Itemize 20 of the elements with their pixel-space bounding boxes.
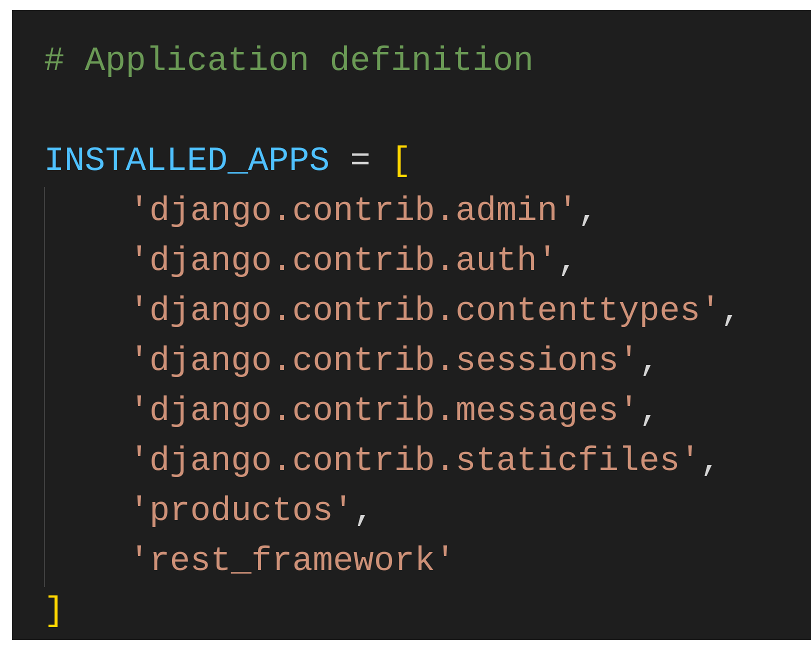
string-literal: 'django.contrib.auth' (129, 243, 558, 281)
comma: , (578, 193, 598, 231)
comma: , (639, 343, 660, 381)
string-literal: 'django.contrib.messages' (129, 393, 640, 431)
string-literal: 'productos' (129, 493, 354, 531)
comma: , (700, 443, 721, 481)
string-literal: 'django.contrib.sessions' (129, 343, 640, 381)
closing-bracket: ] (44, 593, 64, 631)
comma: , (720, 293, 742, 331)
string-literal: 'django.contrib.admin' (129, 193, 578, 231)
comma: , (557, 243, 578, 281)
string-literal: 'rest_framework' (129, 543, 456, 581)
variable-name: INSTALLED_APPS (44, 143, 330, 181)
string-literal: 'django.contrib.contenttypes' (129, 293, 721, 331)
assignment-operator: = (350, 143, 370, 181)
code-comment: # Application definition (44, 43, 534, 81)
comma: , (639, 393, 660, 431)
opening-bracket: [ (390, 143, 412, 181)
comma: , (353, 493, 374, 531)
string-literal: 'django.contrib.staticfiles' (129, 443, 700, 481)
